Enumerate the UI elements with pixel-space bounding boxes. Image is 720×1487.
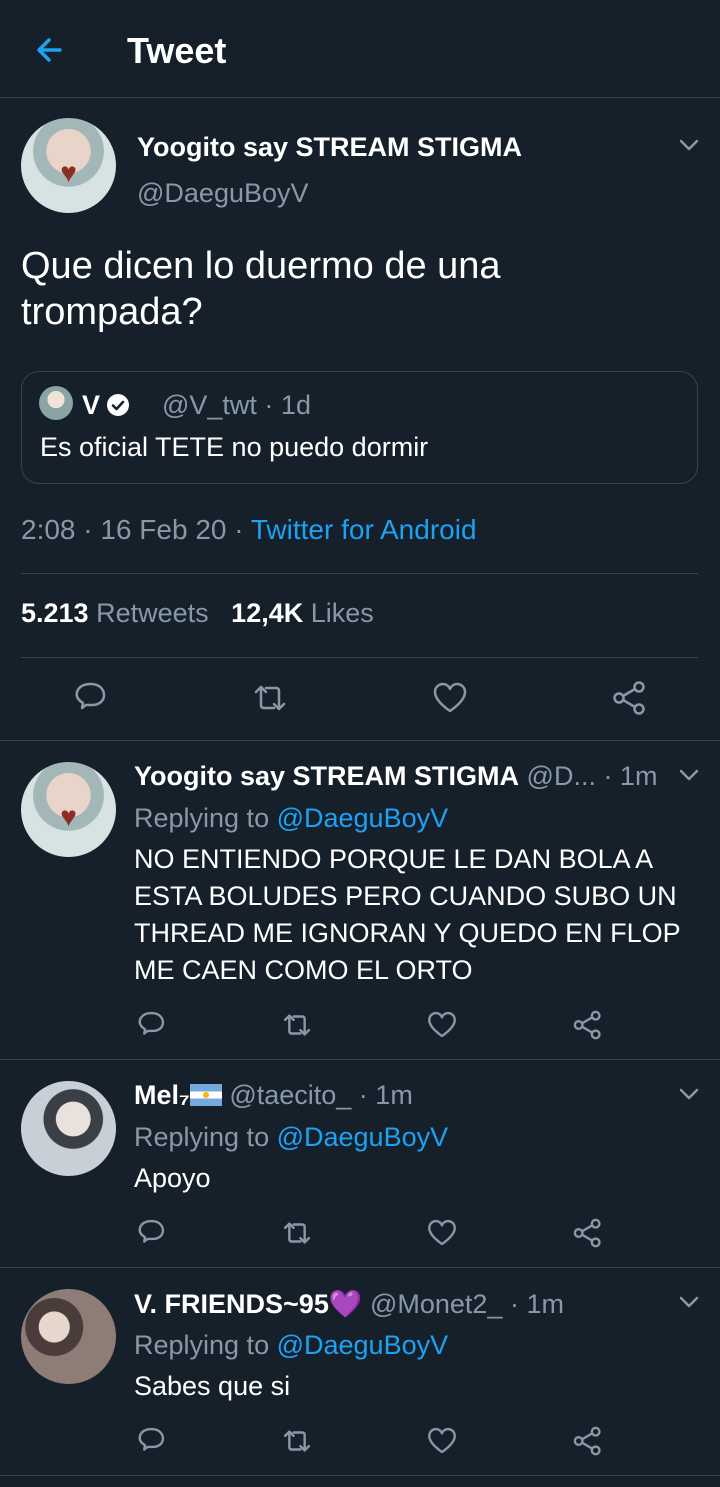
share-icon[interactable] <box>571 1424 605 1458</box>
reply-icon[interactable] <box>134 1424 168 1458</box>
chevron-down-icon[interactable] <box>677 1290 701 1314</box>
quoted-tweet[interactable]: V @V_twt · 1d Es oficial TETE no puedo d… <box>21 371 698 484</box>
tweet-timestamp: 2:08 · 16 Feb 20 · <box>21 514 251 545</box>
tweet-meta: 2:08 · 16 Feb 20 · Twitter for Android <box>21 514 477 546</box>
reply-avatar[interactable]: ♥ <box>21 762 116 857</box>
reply-tweet[interactable]: Mel₇ @taecito_ · 1m Replying to @DaeguBo… <box>0 1060 720 1268</box>
replying-to: Replying to @DaeguBoyV <box>134 1330 448 1361</box>
replying-to: Replying to @DaeguBoyV <box>134 1122 448 1153</box>
reply-tweet[interactable]: V. FRIENDS~95💜 @Monet2_ · 1m Replying to… <box>0 1268 720 1476</box>
like-icon[interactable] <box>425 1424 459 1458</box>
tweet-actions <box>0 672 720 722</box>
purple-heart-emoji: 💜 <box>328 1289 363 1319</box>
reply-author-name[interactable]: Mel₇ <box>134 1080 190 1110</box>
reply-header: Yoogito say STREAM STIGMA @D... · 1m <box>134 761 657 792</box>
reply-header: V. FRIENDS~95💜 @Monet2_ · 1m <box>134 1288 564 1320</box>
reply-icon[interactable] <box>134 1216 168 1250</box>
back-arrow-icon[interactable] <box>30 30 70 70</box>
reply-handle-time[interactable]: @Monet2_ · 1m <box>370 1289 564 1319</box>
reply-text: NO ENTIENDO PORQUE LE DAN BOLA A ESTA BO… <box>134 844 681 985</box>
chevron-down-icon[interactable] <box>677 763 701 787</box>
like-icon[interactable] <box>425 1216 459 1250</box>
share-icon[interactable] <box>571 1216 605 1250</box>
retweets-count[interactable]: 5.213 <box>21 598 89 628</box>
reply-text: Apoyo <box>134 1163 211 1193</box>
retweet-icon[interactable] <box>280 1424 314 1458</box>
page-title: Tweet <box>127 30 227 71</box>
replying-handle-link[interactable]: @DaeguBoyV <box>277 1330 449 1360</box>
quoted-handle-time: @V_twt · 1d <box>162 390 311 420</box>
divider <box>21 573 698 574</box>
verified-badge-icon <box>107 394 129 416</box>
author-handle[interactable]: @DaeguBoyV <box>137 178 309 209</box>
replying-label: Replying to <box>134 803 277 833</box>
retweet-icon[interactable] <box>250 678 290 718</box>
top-bar: Tweet <box>0 0 720 98</box>
author-name[interactable]: Yoogito say STREAM STIGMA <box>137 132 522 163</box>
reply-avatar[interactable] <box>21 1081 116 1176</box>
chevron-down-icon[interactable] <box>677 133 701 157</box>
reply-tweet[interactable]: ♥ Yoogito say STREAM STIGMA @D... · 1m R… <box>0 741 720 1060</box>
divider <box>21 657 698 658</box>
replying-label: Replying to <box>134 1122 277 1152</box>
share-icon[interactable] <box>571 1008 605 1042</box>
tweet-text: Que dicen lo duermo de una trompada? <box>21 245 501 333</box>
tweet-stats: 5.213 Retweets 12,4K Likes <box>21 598 374 629</box>
reply-avatar[interactable] <box>21 1289 116 1384</box>
tweet-source-link[interactable]: Twitter for Android <box>251 514 477 545</box>
argentina-flag-icon <box>189 1084 222 1106</box>
reply-handle-time[interactable]: @D... · 1m <box>527 761 658 791</box>
reply-header: Mel₇ @taecito_ · 1m <box>134 1080 413 1111</box>
replying-label: Replying to <box>134 1330 277 1360</box>
retweet-icon[interactable] <box>280 1216 314 1250</box>
reply-author-name[interactable]: Yoogito say STREAM STIGMA <box>134 761 519 791</box>
reply-author-name[interactable]: V. FRIENDS~95 <box>134 1289 329 1319</box>
retweets-label[interactable]: Retweets <box>96 598 209 628</box>
likes-count[interactable]: 12,4K <box>231 598 303 628</box>
retweet-icon[interactable] <box>280 1008 314 1042</box>
quoted-avatar <box>39 386 73 420</box>
reply-icon[interactable] <box>134 1008 168 1042</box>
likes-label[interactable]: Likes <box>311 598 374 628</box>
quoted-name: V <box>82 390 101 420</box>
replying-handle-link[interactable]: @DaeguBoyV <box>277 803 449 833</box>
like-icon[interactable] <box>430 678 470 718</box>
reply-text: Sabes que si <box>134 1371 291 1401</box>
share-icon[interactable] <box>610 678 650 718</box>
author-avatar[interactable]: ♥ <box>21 118 116 213</box>
reply-icon[interactable] <box>70 678 110 718</box>
reply-handle-time[interactable]: @taecito_ · 1m <box>229 1080 412 1110</box>
like-icon[interactable] <box>425 1008 459 1042</box>
replying-handle-link[interactable]: @DaeguBoyV <box>277 1122 449 1152</box>
chevron-down-icon[interactable] <box>677 1082 701 1106</box>
quoted-text: Es oficial TETE no puedo dormir <box>40 432 429 462</box>
replying-to: Replying to @DaeguBoyV <box>134 803 448 834</box>
